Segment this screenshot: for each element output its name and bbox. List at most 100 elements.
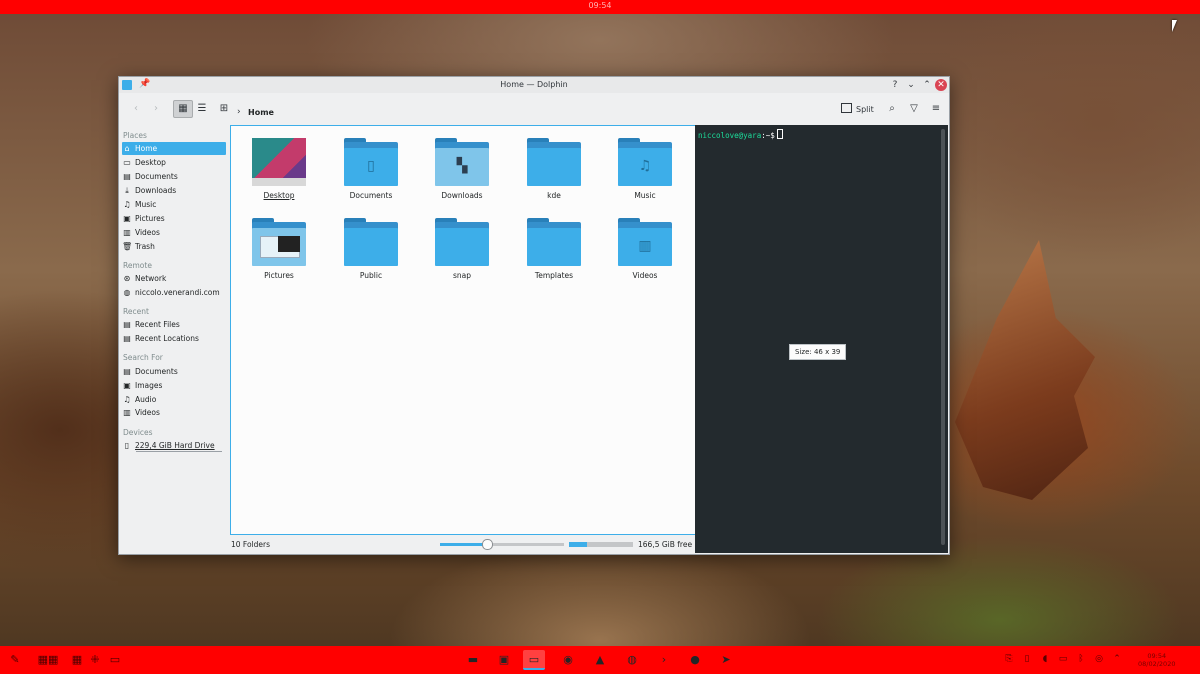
- hard-drive-icon: ▯: [124, 441, 130, 450]
- dolphin-file-manager-icon[interactable]: ▬: [462, 650, 484, 670]
- globe-icon: ◍: [123, 288, 131, 297]
- tray-expander-icon[interactable]: ⌃: [1112, 654, 1122, 664]
- clock-date: 08/02/2020: [1138, 660, 1176, 668]
- sidebar-item-remote-site[interactable]: ◍ niccolo.venerandi.com: [122, 286, 226, 299]
- sidebar-item-pictures[interactable]: ▣ Pictures: [122, 212, 226, 225]
- pager-icon[interactable]: ▦▦: [30, 651, 66, 669]
- free-space-label: 166,5 GiB free: [638, 540, 693, 549]
- file-item-kde[interactable]: kde: [510, 138, 598, 200]
- search-button[interactable]: ⌕: [883, 100, 901, 118]
- window-titlebar[interactable]: 📌 Home — Dolphin ? ⌄ ⌃ ✕: [119, 77, 949, 93]
- file-item-snap[interactable]: snap: [418, 218, 506, 280]
- folder-icon: [344, 218, 398, 266]
- volume-icon[interactable]: ◖: [1040, 654, 1050, 664]
- sidebar-item-network[interactable]: ⊛ Network: [122, 272, 226, 285]
- file-item-downloads[interactable]: ▚ Downloads: [418, 138, 506, 200]
- application-launcher-icon[interactable]: ✎: [6, 651, 24, 669]
- help-button[interactable]: ?: [889, 79, 901, 91]
- videos-icon: ▥: [123, 408, 131, 417]
- inkscape-icon[interactable]: ▲: [589, 650, 611, 670]
- folder-downloads-icon: ▚: [435, 138, 489, 186]
- terminal-cursor: [776, 129, 783, 139]
- window-title: Home — Dolphin: [500, 80, 568, 89]
- breadcrumb[interactable]: Home: [248, 108, 274, 117]
- folder-app-icon[interactable]: ▣: [493, 650, 515, 670]
- forward-button[interactable]: ›: [147, 100, 165, 118]
- sidebar-item-search-images[interactable]: ▣ Images: [122, 379, 226, 392]
- zoom-slider-fill: [440, 543, 488, 546]
- sidebar-item-hard-drive[interactable]: ▯ 229,4 GiB Hard Drive: [122, 439, 226, 452]
- workspace-icon[interactable]: ▦: [68, 651, 86, 669]
- split-icon: [841, 103, 852, 113]
- taskbar: ✎ ▦▦ ▦ ⁜ ▭ ▬ ▣ ▭ ◉ ▲ ◍ › ● ➤ ⎘ ▯ ◖ ▭ ᛒ ◎…: [0, 646, 1200, 674]
- top-panel-clock[interactable]: 09:54: [0, 1, 1200, 10]
- show-desktop-icon[interactable]: ▭: [108, 651, 122, 669]
- file-item-public[interactable]: Public: [327, 218, 415, 280]
- network-tray-icon[interactable]: ◎: [1094, 654, 1104, 664]
- konsole-icon[interactable]: ›: [653, 650, 675, 670]
- details-view-button[interactable]: ⊞: [215, 100, 233, 118]
- file-view[interactable]: Desktop ▯ Documents ▚ Downloads kde ♫ Mu…: [230, 125, 696, 535]
- sidebar-item-desktop[interactable]: ▭ Desktop: [122, 156, 226, 169]
- digital-clock[interactable]: 09:54 08/02/2020: [1138, 652, 1175, 668]
- file-item-pictures[interactable]: Pictures: [235, 218, 323, 280]
- sidebar-item-home[interactable]: ⌂ Home: [122, 142, 226, 155]
- icons-view-button[interactable]: ▦: [173, 100, 193, 118]
- web-browser-icon[interactable]: ◍: [621, 650, 643, 670]
- sidebar-item-recent-files[interactable]: ▤ Recent Files: [122, 318, 226, 331]
- battery-icon[interactable]: ▯: [1022, 654, 1032, 664]
- terminal-size-tooltip: Size: 46 x 39: [789, 344, 847, 360]
- zoom-slider[interactable]: [440, 539, 564, 550]
- file-item-desktop[interactable]: Desktop: [235, 138, 323, 200]
- places-header: Places: [123, 131, 147, 140]
- hamburger-menu-button[interactable]: ≡: [927, 100, 945, 118]
- sidebar-item-recent-locations[interactable]: ▤ Recent Locations: [122, 332, 226, 345]
- sidebar-item-search-audio[interactable]: ♫ Audio: [122, 393, 226, 406]
- documents-icon: ▤: [123, 367, 131, 376]
- grid-icon[interactable]: ⁜: [86, 651, 104, 669]
- sidebar-item-search-videos[interactable]: ▥ Videos: [122, 406, 226, 419]
- minimize-button[interactable]: ⌄: [905, 79, 917, 91]
- file-item-music[interactable]: ♫ Music: [601, 138, 689, 200]
- file-item-videos[interactable]: ▥ Videos: [601, 218, 689, 280]
- back-button[interactable]: ‹: [127, 100, 145, 118]
- display-icon[interactable]: ▭: [1058, 654, 1068, 664]
- folder-count: 10 Folders: [231, 540, 271, 549]
- sidebar-item-documents[interactable]: ▤ Documents: [122, 170, 226, 183]
- maximize-button[interactable]: ⌃: [921, 79, 933, 91]
- chrome-icon[interactable]: ●: [684, 650, 706, 670]
- dolphin-window-icon[interactable]: ▭: [523, 650, 545, 670]
- sidebar-item-search-documents[interactable]: ▤ Documents: [122, 365, 226, 378]
- split-button[interactable]: Split: [841, 103, 874, 117]
- bluetooth-icon[interactable]: ᛒ: [1076, 654, 1086, 664]
- filter-button[interactable]: ▽: [905, 100, 923, 118]
- file-item-templates[interactable]: Templates: [510, 218, 598, 280]
- mouse-cursor-icon: [1172, 20, 1177, 32]
- disk-space-fill: [569, 542, 587, 547]
- trash-icon: 🗑: [122, 242, 133, 251]
- disk-space-bar: [569, 542, 633, 547]
- folder-documents-icon: ▯: [344, 138, 398, 186]
- folder-videos-icon: ▥: [618, 218, 672, 266]
- videos-icon: ▥: [123, 228, 131, 237]
- network-icon: ⊛: [123, 274, 131, 283]
- firefox-icon[interactable]: ◉: [557, 650, 579, 670]
- sidebar-item-trash[interactable]: 🗑 Trash: [122, 240, 226, 253]
- sidebar-item-videos[interactable]: ▥ Videos: [122, 226, 226, 239]
- close-button[interactable]: ✕: [935, 79, 947, 91]
- sidebar-item-downloads[interactable]: ⤓ Downloads: [122, 184, 226, 197]
- zoom-slider-handle[interactable]: [482, 539, 494, 550]
- telegram-icon[interactable]: ➤: [715, 650, 737, 670]
- compact-view-button[interactable]: ☰: [193, 100, 211, 118]
- terminal-panel[interactable]: niccolove@yara:~$ Size: 46 x 39: [695, 125, 948, 553]
- sidebar-item-music[interactable]: ♫ Music: [122, 198, 226, 211]
- terminal-user-host: niccolove@yara: [698, 131, 762, 140]
- desktop-icon: ▭: [123, 158, 131, 167]
- file-item-documents[interactable]: ▯ Documents: [327, 138, 415, 200]
- recent-files-icon: ▤: [123, 320, 131, 329]
- images-icon: ▣: [123, 381, 131, 390]
- folder-music-icon: ♫: [618, 138, 672, 186]
- recent-header: Recent: [123, 307, 149, 316]
- clipboard-icon[interactable]: ⎘: [1004, 654, 1014, 664]
- terminal-scrollbar[interactable]: [941, 129, 945, 545]
